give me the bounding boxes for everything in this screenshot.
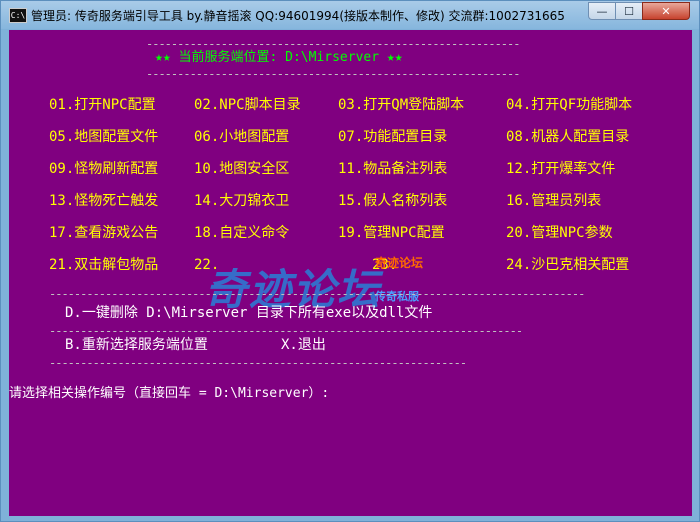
menu-item-08[interactable]: 08.机器人配置目录 [506,129,629,145]
menu-item-20[interactable]: 20.管理NPC参数 [506,225,613,241]
title-bar[interactable]: C:\ 管理员: 传奇服务端引导工具 by.静音摇滚 QQ:94601994(接… [1,1,699,29]
separator-mid: ----------------------------------------… [49,287,585,301]
menu-item-18[interactable]: 18.自定义命令 [194,225,289,241]
menu-item-15[interactable]: 15.假人名称列表 [338,193,447,209]
option-exit[interactable]: X.退出 [281,337,326,353]
menu-item-11[interactable]: 11.物品备注列表 [338,161,447,177]
menu-item-12[interactable]: 12.打开爆率文件 [506,161,615,177]
option-delete-files[interactable]: D.一键删除 D:\Mirserver 目录下所有exe以及dll文件 [65,305,432,321]
menu-item-06[interactable]: 06.小地图配置 [194,129,289,145]
minimize-button[interactable]: — [588,2,616,20]
menu-item-02[interactable]: 02.NPC脚本目录 [194,97,301,113]
option-reselect-location[interactable]: B.重新选择服务端位置 [65,337,208,353]
menu-item-17[interactable]: 17.查看游戏公告 [49,225,158,241]
server-location-header: ★★ 当前服务端位置: D:\Mirserver ★★ [155,50,403,65]
menu-item-05[interactable]: 05.地图配置文件 [49,129,158,145]
input-prompt[interactable]: 请选择相关操作编号（直接回车 = D:\Mirserver）: [9,386,329,402]
maximize-button[interactable]: ☐ [615,2,643,20]
menu-item-10[interactable]: 10.地图安全区 [194,161,289,177]
cmd-icon: C:\ [9,8,27,23]
menu-item-24[interactable]: 24.沙巴克相关配置 [506,257,629,273]
menu-item-16[interactable]: 16.管理员列表 [506,193,601,209]
separator-bottom: ----------------------------------------… [49,356,467,370]
window-title: 管理员: 传奇服务端引导工具 by.静音摇滚 QQ:94601994(接版本制作… [31,9,565,23]
menu-item-07[interactable]: 07.功能配置目录 [338,129,447,145]
console-area[interactable]: ----------------------------------------… [9,30,692,516]
menu-item-23[interactable]: 23. [372,257,397,273]
menu-item-14[interactable]: 14.大刀锦衣卫 [194,193,289,209]
menu-item-13[interactable]: 13.怪物死亡触发 [49,193,158,209]
console-window: C:\ 管理员: 传奇服务端引导工具 by.静音摇滚 QQ:94601994(接… [0,0,700,522]
menu-item-01[interactable]: 01.打开NPC配置 [49,97,156,113]
menu-item-04[interactable]: 04.打开QF功能脚本 [506,97,632,113]
close-button[interactable]: ✕ [642,2,690,20]
menu-item-03[interactable]: 03.打开QM登陆脚本 [338,97,464,113]
menu-item-22[interactable]: 22. [194,257,219,273]
menu-item-19[interactable]: 19.管理NPC配置 [338,225,445,241]
separator-header: ----------------------------------------… [146,67,520,81]
menu-item-09[interactable]: 09.怪物刷新配置 [49,161,158,177]
menu-item-21[interactable]: 21.双击解包物品 [49,257,158,273]
